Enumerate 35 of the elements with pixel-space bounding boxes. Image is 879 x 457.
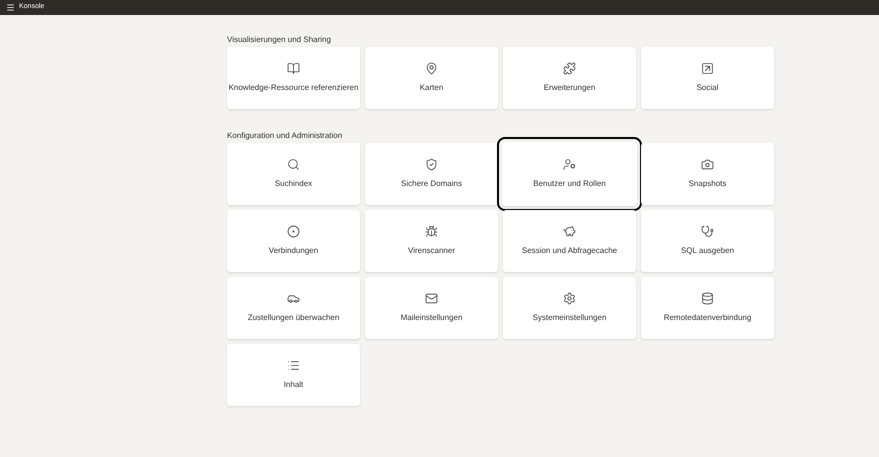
- camera-icon: [701, 158, 714, 171]
- console-tile[interactable]: Systemeinstellungen: [503, 277, 636, 339]
- console-tile[interactable]: Social: [641, 47, 774, 109]
- section-heading: Konfiguration und Administration: [227, 131, 344, 141]
- bug-icon: [425, 225, 438, 238]
- target-icon: [287, 225, 300, 238]
- console-tile[interactable]: Maileinstellungen: [365, 277, 498, 339]
- console-tile[interactable]: Benutzer und Rollen: [502, 142, 637, 206]
- console-tile[interactable]: Suchindex: [227, 143, 360, 205]
- user-gear-icon: [563, 158, 576, 171]
- map-pin-icon: [425, 62, 438, 75]
- menu-icon[interactable]: [6, 3, 15, 12]
- console-tile[interactable]: Sichere Domains: [365, 143, 498, 205]
- console-tile[interactable]: Inhalt: [227, 344, 360, 406]
- shield-check-icon: [425, 158, 438, 171]
- console-tile[interactable]: SQL ausgeben: [641, 210, 774, 272]
- stethoscope-icon: [701, 225, 714, 238]
- section-heading: Visualisierungen und Sharing: [227, 35, 332, 45]
- console-tile[interactable]: Remotedatenverbindung: [641, 277, 774, 339]
- book-icon: [287, 62, 300, 75]
- console-tile[interactable]: Knowledge-Ressource referenzieren: [227, 47, 360, 109]
- console-tile[interactable]: Zustellungen überwachen: [227, 277, 360, 339]
- console-tile[interactable]: Virenscanner: [365, 210, 498, 272]
- console-tile[interactable]: Verbindungen: [227, 210, 360, 272]
- mail-icon: [425, 292, 438, 305]
- console-tile[interactable]: Session und Abfragecache: [503, 210, 636, 272]
- settings-icon: [563, 292, 576, 305]
- console-tile[interactable]: Karten: [365, 47, 498, 109]
- search-icon: [287, 158, 300, 171]
- puzzle-icon: [563, 62, 576, 75]
- database-icon: [701, 292, 714, 305]
- arrow-square-icon: [701, 62, 714, 75]
- piggy-bank-icon: [563, 225, 576, 238]
- console-tile[interactable]: Snapshots: [641, 143, 774, 205]
- console-tile[interactable]: Erweiterungen: [503, 47, 636, 109]
